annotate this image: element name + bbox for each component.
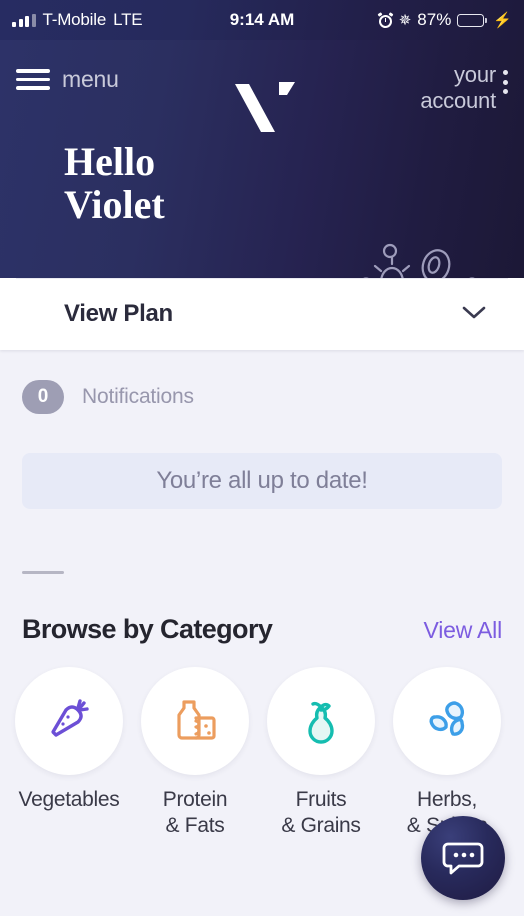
greeting-line2: Violet (64, 182, 165, 227)
view-plan-accordion[interactable]: View Plan (0, 278, 524, 350)
notifications-header[interactable]: 0 Notifications (0, 350, 524, 414)
carrier-label: T-Mobile (42, 10, 107, 29)
battery-icon (457, 13, 488, 27)
milk-bottle-cheese-icon (166, 690, 224, 753)
brand-logo (227, 82, 297, 140)
category-item-vegetables[interactable]: Vegetables (14, 667, 124, 839)
category-label: Vegetables (19, 787, 120, 813)
microbiome-illustration-icon (360, 238, 490, 278)
menu-button-label: menu (62, 66, 119, 92)
category-icon-circle (141, 667, 249, 775)
category-label: Protein & Fats (162, 787, 228, 839)
network-type-label: LTE (113, 10, 143, 29)
hero-banner: menu your account Hello Violet (0, 40, 524, 278)
notifications-count-badge: 0 (22, 380, 64, 414)
signal-bars-icon (12, 13, 36, 27)
pear-icon (292, 690, 350, 753)
app-top-bar: menu your account (0, 40, 524, 132)
category-label-line1: Herbs, (416, 788, 478, 811)
account-label-line1: your (454, 62, 496, 87)
account-label-line2: account (420, 88, 496, 113)
category-label-line1: Vegetables (18, 788, 120, 811)
alarm-clock-icon (377, 11, 394, 28)
chat-button[interactable] (421, 816, 505, 900)
browse-by-category-header: Browse by Category View All (0, 574, 524, 645)
account-button-label: your account (420, 62, 496, 114)
charging-bolt-icon: ⚡ (493, 11, 512, 29)
overflow-menu-icon[interactable] (503, 62, 508, 94)
bluetooth-icon: ✵ (398, 11, 412, 29)
category-label-line1: Fruits (295, 788, 347, 811)
page-title: Browse by Category (22, 614, 273, 644)
herb-leaves-icon (418, 690, 476, 753)
category-item-protein-and-fats[interactable]: Protein & Fats (140, 667, 250, 839)
status-bar-right: ✵ 87% ⚡ (377, 10, 512, 30)
chevron-down-icon[interactable] (460, 303, 488, 326)
status-bar: T-Mobile LTE 9:14 AM ✵ 87% ⚡ (0, 0, 524, 40)
category-list: Vegetables Protein & Fats Fruits & Grain… (0, 645, 524, 839)
account-button[interactable]: your account (420, 56, 508, 114)
carrot-icon (40, 690, 98, 753)
category-icon-circle (393, 667, 501, 775)
greeting-line1: Hello (64, 139, 156, 184)
battery-percent-label: 87% (417, 10, 452, 29)
main-content: 0 Notifications You’re all up to date! B… (0, 350, 524, 839)
hamburger-icon (16, 69, 50, 90)
status-bar-left: T-Mobile LTE (12, 10, 143, 30)
category-item-fruits-and-grains[interactable]: Fruits & Grains (266, 667, 376, 839)
category-label-line2: & Grains (281, 814, 361, 837)
notifications-empty-state: You’re all up to date! (22, 453, 502, 509)
category-label-line1: Protein (162, 788, 228, 811)
category-icon-circle (267, 667, 375, 775)
category-icon-circle (15, 667, 123, 775)
app-screen: T-Mobile LTE 9:14 AM ✵ 87% ⚡ menu your a… (0, 0, 524, 916)
chat-bubble-icon (438, 831, 488, 886)
view-all-link[interactable]: View All (423, 617, 502, 644)
view-plan-label: View Plan (64, 300, 173, 327)
notifications-label: Notifications (82, 385, 194, 408)
greeting-heading: Hello Violet (64, 140, 165, 226)
category-item-herbs-and-spices[interactable]: Herbs, & Spices (392, 667, 502, 839)
category-label-line2: & Fats (165, 814, 225, 837)
menu-button[interactable]: menu (16, 56, 119, 93)
category-label: Fruits & Grains (281, 787, 361, 839)
